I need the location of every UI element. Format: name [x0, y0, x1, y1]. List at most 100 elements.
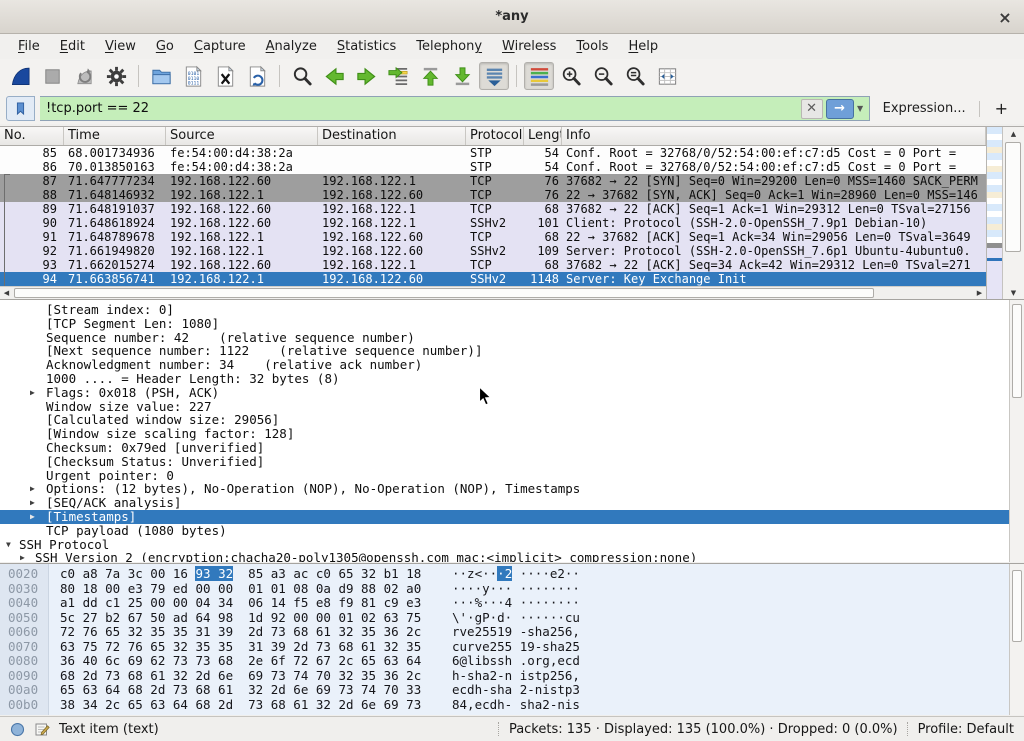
scrollbar-thumb[interactable] — [1005, 142, 1021, 252]
status-separator[interactable] — [498, 722, 500, 736]
packet-row-93[interactable]: 9371.662015274192.168.122.60192.168.122.… — [0, 258, 986, 272]
menu-file[interactable]: File — [8, 36, 50, 57]
column-header-info[interactable]: Info — [562, 127, 986, 145]
packet-list-vertical-scrollbar[interactable]: ▲ ▼ — [1002, 127, 1024, 299]
hex-row-0060[interactable]: 006072 76 65 32 35 35 31 39 2d 73 68 61 … — [0, 625, 1008, 640]
expand-icon[interactable]: ▶ — [30, 386, 35, 400]
display-filter-input[interactable] — [40, 101, 801, 116]
menu-wireless[interactable]: Wireless — [492, 36, 566, 57]
detail-line[interactable]: ▼SSH Protocol — [0, 538, 1024, 552]
zoom-out-button[interactable] — [588, 62, 618, 90]
detail-line[interactable]: Window size value: 227 — [0, 400, 1024, 414]
column-header-time[interactable]: Time — [64, 127, 166, 145]
packet-row-86[interactable]: 8670.013850163fe:54:00:d4:38:2aSTP54Conf… — [0, 160, 986, 174]
scrollbar-thumb[interactable] — [1012, 570, 1022, 642]
detail-line[interactable]: Checksum: 0x79ed [unverified] — [0, 441, 1024, 455]
filter-apply-button[interactable]: → — [826, 99, 854, 119]
detail-line[interactable]: Urgent pointer: 0 — [0, 469, 1024, 483]
menu-edit[interactable]: Edit — [50, 36, 95, 57]
packet-row-89[interactable]: 8971.648191037192.168.122.60192.168.122.… — [0, 202, 986, 216]
profile-label[interactable]: Profile: Default — [918, 722, 1014, 737]
expand-icon[interactable]: ▶ — [30, 482, 35, 496]
packet-list-horizontal-scrollbar[interactable]: ◀ ▶ — [0, 286, 986, 299]
zoom-in-button[interactable] — [556, 62, 586, 90]
detail-line[interactable]: ▶[SEQ/ACK analysis] — [0, 496, 1024, 510]
hex-row-00a0[interactable]: 00a065 63 64 68 2d 73 68 61 32 2d 6e 69 … — [0, 683, 1008, 698]
go-first-button[interactable] — [415, 62, 445, 90]
save-file-button[interactable]: 010101100111 — [178, 62, 208, 90]
menu-statistics[interactable]: Statistics — [327, 36, 406, 57]
detail-line[interactable]: [Next sequence number: 1122 (relative se… — [0, 344, 1024, 358]
go-last-button[interactable] — [447, 62, 477, 90]
scroll-up-icon[interactable]: ▲ — [1003, 127, 1024, 140]
hex-row-0070[interactable]: 007063 75 72 76 65 32 35 35 31 39 2d 73 … — [0, 640, 1008, 655]
details-vertical-scrollbar[interactable] — [1009, 300, 1024, 562]
menu-capture[interactable]: Capture — [184, 36, 256, 57]
detail-line[interactable]: [Calculated window size: 29056] — [0, 413, 1024, 427]
go-forward-button[interactable] — [351, 62, 381, 90]
packet-row-92[interactable]: 9271.661949820192.168.122.1192.168.122.6… — [0, 244, 986, 258]
start-capture-button[interactable] — [5, 62, 35, 90]
find-packet-button[interactable] — [287, 62, 317, 90]
packet-row-91[interactable]: 9171.648789678192.168.122.1192.168.122.6… — [0, 230, 986, 244]
restart-capture-button[interactable] — [69, 62, 99, 90]
scroll-left-icon[interactable]: ◀ — [0, 287, 13, 299]
packet-row-85[interactable]: 8568.001734936fe:54:00:d4:38:2aSTP54Conf… — [0, 146, 986, 160]
intelligent-scrollbar-minimap[interactable] — [986, 127, 1002, 299]
capture-options-button[interactable] — [101, 62, 131, 90]
hex-row-0030[interactable]: 003080 18 00 e3 79 ed 00 00 01 01 08 0a … — [0, 582, 1008, 597]
detail-line[interactable]: [Checksum Status: Unverified] — [0, 455, 1024, 469]
menu-telephony[interactable]: Telephony — [406, 36, 492, 57]
filter-history-caret[interactable]: ▼ — [854, 100, 867, 118]
menu-view[interactable]: View — [95, 36, 146, 57]
go-back-button[interactable] — [319, 62, 349, 90]
expression-button[interactable]: Expression... — [875, 101, 974, 116]
column-header-protocol[interactable]: Protocol — [466, 127, 524, 145]
auto-scroll-button[interactable] — [479, 62, 509, 90]
detail-line[interactable]: ▶SSH Version 2 (encryption:chacha20-poly… — [0, 551, 1024, 562]
packet-row-87[interactable]: 8771.647777234192.168.122.60192.168.122.… — [0, 174, 986, 188]
detail-line[interactable]: [Stream index: 0] — [0, 303, 1024, 317]
column-header-destination[interactable]: Destination — [318, 127, 466, 145]
menu-go[interactable]: Go — [146, 36, 184, 57]
detail-line[interactable]: ▶Options: (12 bytes), No-Operation (NOP)… — [0, 482, 1024, 496]
packet-row-88[interactable]: 8871.648146932192.168.122.1192.168.122.6… — [0, 188, 986, 202]
filter-clear-button[interactable]: ✕ — [801, 99, 823, 119]
stop-capture-button[interactable] — [37, 62, 67, 90]
menu-analyze[interactable]: Analyze — [256, 36, 327, 57]
expand-icon[interactable]: ▶ — [30, 510, 35, 524]
hex-row-0080[interactable]: 008036 40 6c 69 62 73 73 68 2e 6f 72 67 … — [0, 654, 1008, 669]
close-file-button[interactable] — [210, 62, 240, 90]
scrollbar-thumb[interactable] — [1012, 304, 1022, 398]
open-file-button[interactable] — [146, 62, 176, 90]
column-header-source[interactable]: Source — [166, 127, 318, 145]
close-window-button[interactable]: × — [995, 7, 1015, 27]
scroll-right-icon[interactable]: ▶ — [973, 287, 986, 299]
detail-line[interactable]: [TCP Segment Len: 1080] — [0, 317, 1024, 331]
collapse-icon[interactable]: ▼ — [6, 538, 11, 552]
expand-icon[interactable]: ▶ — [20, 551, 25, 562]
detail-line[interactable]: 1000 .... = Header Length: 32 bytes (8) — [0, 372, 1024, 386]
hex-row-0050[interactable]: 00505c 27 b2 67 50 ad 64 98 1d 92 00 00 … — [0, 611, 1008, 626]
go-to-packet-button[interactable] — [383, 62, 413, 90]
hex-row-00b0[interactable]: 00b038 34 2c 65 63 64 68 2d 73 68 61 32 … — [0, 698, 1008, 713]
hex-row-0040[interactable]: 0040a1 dd c1 25 00 00 04 34 06 14 f5 e8 … — [0, 596, 1008, 611]
expand-icon[interactable]: ▶ — [30, 496, 35, 510]
add-filter-button[interactable]: + — [985, 99, 1018, 118]
menu-tools[interactable]: Tools — [566, 36, 618, 57]
status-separator[interactable] — [907, 722, 909, 736]
packet-row-90[interactable]: 9071.648618924192.168.122.60192.168.122.… — [0, 216, 986, 230]
scrollbar-thumb[interactable] — [14, 288, 874, 298]
menu-help[interactable]: Help — [618, 36, 668, 57]
detail-line[interactable]: ▶[Timestamps] — [0, 510, 1024, 524]
expert-info-icon[interactable] — [10, 722, 25, 737]
reload-file-button[interactable] — [242, 62, 272, 90]
filter-bookmark-button[interactable] — [6, 96, 35, 121]
detail-line[interactable]: ▶Flags: 0x018 (PSH, ACK) — [0, 386, 1024, 400]
column-header-length[interactable]: Length — [524, 127, 562, 145]
detail-line[interactable]: [Window size scaling factor: 128] — [0, 427, 1024, 441]
column-header-no[interactable]: No. — [0, 127, 64, 145]
resize-columns-button[interactable] — [652, 62, 682, 90]
colorize-packets-button[interactable] — [524, 62, 554, 90]
capture-comment-icon[interactable] — [34, 721, 50, 737]
